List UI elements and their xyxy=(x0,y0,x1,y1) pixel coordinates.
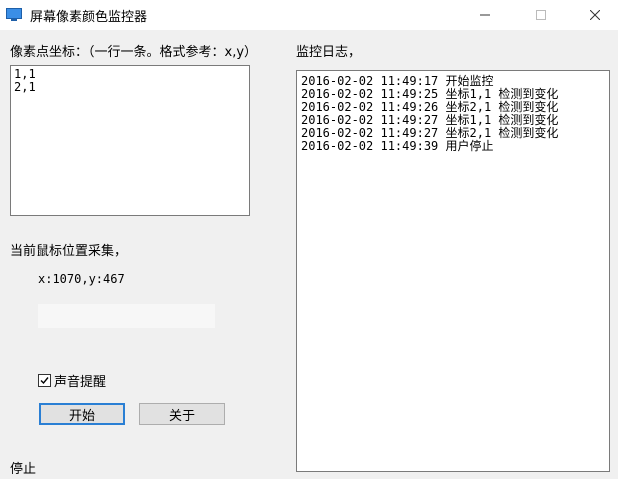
sound-alert-label: 声音提醒 xyxy=(54,375,107,390)
title-bar[interactable]: 屏幕像素颜色监控器 xyxy=(0,0,618,30)
log-textarea[interactable]: 2016-02-02 11:49:17 开始监控 2016-02-02 11:4… xyxy=(296,70,610,472)
mouse-coordinate-readout: x:1070,y:467 xyxy=(38,272,125,286)
mouse-position-label: 当前鼠标位置采集， xyxy=(10,244,128,259)
about-button[interactable]: 关于 xyxy=(139,403,225,425)
start-button[interactable]: 开始 xyxy=(39,403,125,425)
checkmark-icon xyxy=(40,377,49,385)
status-text: 停止 xyxy=(10,462,37,477)
coords-line: 2,1 xyxy=(14,80,36,94)
sound-alert-checkbox[interactable] xyxy=(38,374,51,387)
close-icon xyxy=(590,10,600,20)
maximize-icon xyxy=(536,10,546,20)
log-entry: 2016-02-02 11:49:39 用户停止 xyxy=(301,139,494,153)
sound-alert-option[interactable]: 声音提醒 xyxy=(38,371,106,390)
pixel-color-swatch xyxy=(38,304,215,328)
window-title: 屏幕像素颜色监控器 xyxy=(30,10,148,25)
minimize-button[interactable] xyxy=(462,0,508,30)
minimize-icon xyxy=(480,14,490,16)
coords-textarea[interactable]: 1,1 2,1 xyxy=(10,65,250,216)
coords-label: 像素点坐标：（一行一条。格式参考：x,y） xyxy=(10,45,258,60)
coords-line: 1,1 xyxy=(14,67,36,81)
maximize-button[interactable] xyxy=(518,0,564,30)
app-monitor-icon xyxy=(6,8,22,21)
log-label: 监控日志， xyxy=(296,45,362,60)
window-client-area: 像素点坐标：（一行一条。格式参考：x,y） 1,1 2,1 监控日志， 2016… xyxy=(0,30,618,479)
close-button[interactable] xyxy=(572,0,618,30)
